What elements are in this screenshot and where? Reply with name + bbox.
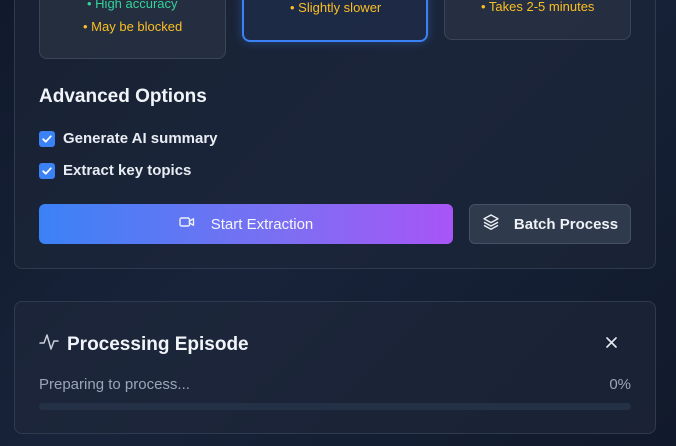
start-extraction-label: Start Extraction xyxy=(210,215,314,233)
card-left-note-2: • May be blocked xyxy=(83,19,183,34)
option-key-topics-label: Extract key topics xyxy=(63,162,192,179)
batch-process-label: Batch Process xyxy=(513,215,619,233)
activity-icon xyxy=(39,332,59,357)
processing-panel xyxy=(14,301,656,434)
advanced-options-title: Advanced Options xyxy=(39,86,207,107)
option-ai-summary[interactable]: Generate AI summary xyxy=(39,130,218,147)
option-key-topics[interactable]: Extract key topics xyxy=(39,162,191,179)
start-extraction-button[interactable]: Start Extraction xyxy=(39,204,453,244)
progress-bar xyxy=(39,403,631,410)
option-ai-summary-label: Generate AI summary xyxy=(63,130,218,147)
processing-header: Processing Episode xyxy=(39,332,249,357)
close-icon xyxy=(605,335,617,353)
batch-process-button[interactable]: Batch Process xyxy=(469,204,631,244)
checkbox-checked-icon[interactable] xyxy=(39,162,55,179)
processing-title: Processing Episode xyxy=(67,333,249,355)
card-middle-note-1: • Slightly slower xyxy=(290,0,382,15)
video-icon xyxy=(179,215,195,233)
close-button[interactable] xyxy=(600,334,622,354)
processing-status-text: Preparing to process... xyxy=(39,376,190,393)
card-right-note-1: • Takes 2-5 minutes xyxy=(481,0,595,14)
layers-icon xyxy=(482,213,500,236)
checkbox-checked-icon[interactable] xyxy=(39,130,55,147)
processing-percent: 0% xyxy=(609,376,631,393)
card-left-note-1: • High accuracy xyxy=(87,0,178,11)
